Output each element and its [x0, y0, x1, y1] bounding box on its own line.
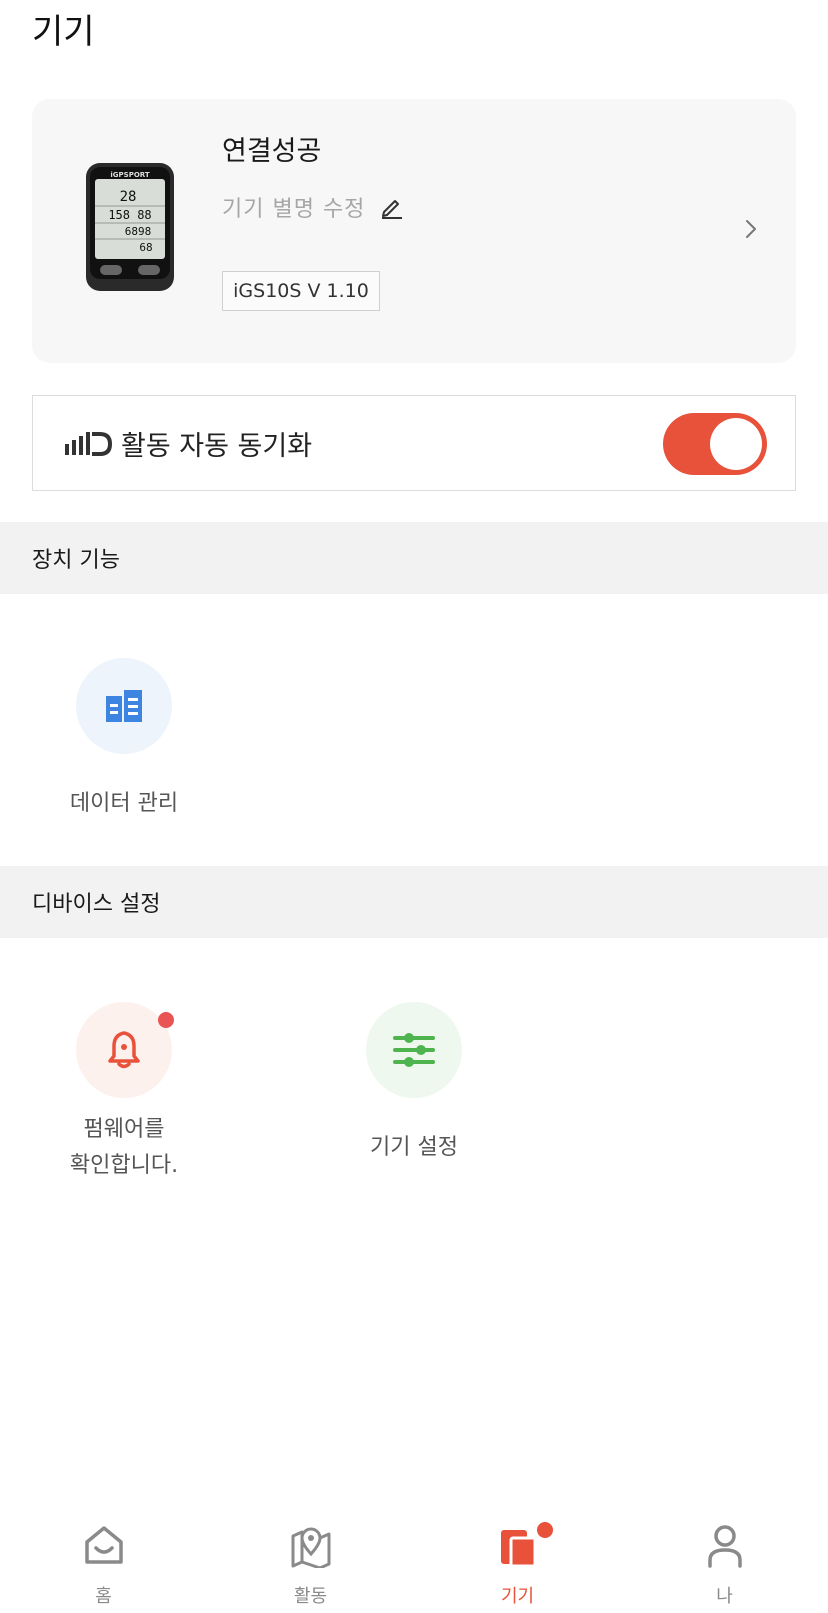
map-pin-icon [291, 1527, 330, 1568]
nav-item-me[interactable]: 나 [621, 1500, 828, 1613]
firmware-check-button[interactable]: 펌웨어를 확인합니다. [24, 1002, 224, 1184]
nav-label-activity: 활동 [293, 1586, 328, 1607]
sliders-icon [393, 1033, 435, 1067]
data-management-label: 데이터 관리 [69, 791, 179, 816]
nav-label-device: 기기 [500, 1586, 535, 1607]
device-screen-value: 28 [120, 189, 137, 205]
nav-label-me: 나 [716, 1586, 733, 1607]
sync-bars-icon [65, 432, 113, 456]
nav-item-activity[interactable]: 활동 [207, 1500, 414, 1613]
device-settings-label: 기기 설정 [370, 1135, 458, 1160]
device-settings-icon-circle [366, 1002, 462, 1098]
person-icon [707, 1525, 742, 1568]
device-screen-brand: iGPSPORT [110, 171, 149, 179]
data-management-button[interactable]: 데이터 관리 [24, 658, 224, 822]
edit-alias-button[interactable]: 기기 별명 수정 [222, 191, 405, 223]
connection-status: 연결성공 [222, 136, 322, 167]
nav-label-home: 홈 [95, 1586, 112, 1607]
device-image: iGPSPORT 28 158 88 6898 68 [86, 163, 174, 291]
notification-dot [158, 1012, 174, 1028]
nav-badge [537, 1522, 553, 1538]
device-settings-button[interactable]: 기기 설정 [314, 1002, 514, 1166]
bell-icon [108, 1031, 140, 1069]
pencil-icon [382, 200, 403, 219]
nav-item-device[interactable]: 기기 [414, 1500, 621, 1613]
device-screen-value: 68 [139, 241, 152, 254]
home-icon [84, 1526, 123, 1564]
auto-sync-row: 활동 자동 동기화 [32, 395, 796, 491]
section-header-device-functions: 장치 기능 [0, 522, 828, 594]
firmware-check-label-line: 확인합니다. [69, 1153, 179, 1178]
data-management-icon-circle [76, 658, 172, 754]
page-title: 기기 [32, 12, 95, 52]
firmware-version-badge: iGS10S V 1.10 [222, 271, 380, 311]
firmware-check-label-line: 펌웨어를 [83, 1117, 165, 1142]
bottom-nav: 홈 활동 기기 나 [0, 1500, 828, 1613]
device-screen-value: 6898 [125, 225, 152, 238]
firmware-icon-circle [76, 1002, 174, 1098]
device-screen-value: 158 88 [108, 208, 151, 222]
chevron-right-icon[interactable] [744, 217, 758, 241]
device-card[interactable]: iGPSPORT 28 158 88 6898 68 연결성공 기기 별명 수정… [32, 99, 796, 363]
firmware-check-label: 펌웨어를 확인합니다. [24, 1112, 224, 1184]
device-icon [500, 1530, 536, 1568]
edit-alias-label: 기기 별명 수정 [222, 197, 366, 222]
auto-sync-label: 활동 자동 동기화 [121, 431, 313, 462]
data-management-icon [106, 690, 142, 722]
nav-item-home[interactable]: 홈 [0, 1500, 207, 1613]
toggle-knob [710, 418, 762, 470]
auto-sync-toggle[interactable] [663, 413, 767, 475]
section-header-device-settings: 디바이스 설정 [0, 866, 828, 938]
